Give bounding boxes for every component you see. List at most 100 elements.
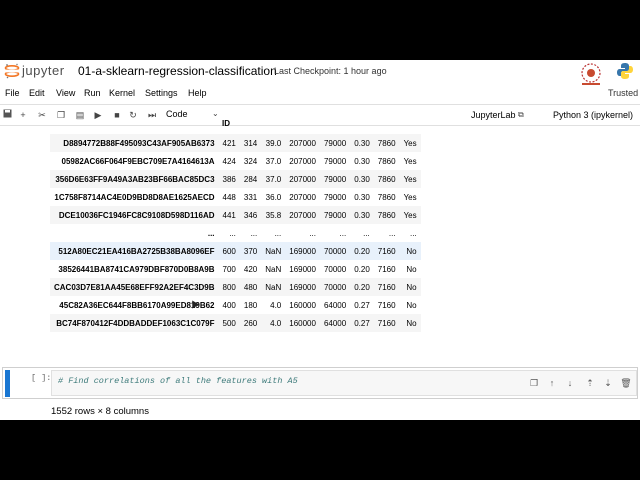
table-cell: 400 [222, 300, 236, 310]
table-cell: No [399, 278, 421, 296]
table-cell: ... [250, 228, 258, 238]
table-cell: 207000 [285, 206, 320, 224]
table-cell: 7160 [377, 264, 396, 274]
table-row: 45C82A36EC644F8BB6170A99ED819B62 400 180 4.… [50, 296, 421, 314]
duplicate-cell-icon[interactable]: ❐ [528, 377, 540, 389]
insert-above-icon[interactable]: ⇡ [584, 377, 596, 389]
menu-run[interactable]: Run [84, 88, 101, 98]
code-editor[interactable]: # Find correlations of all the features … [51, 370, 637, 396]
table-cell: 0.20 [354, 264, 370, 274]
table-cell: 169000 [289, 264, 316, 274]
trusted-indicator[interactable]: Trusted [608, 88, 638, 98]
row-index-cell: BC74F870412F4DDBADDEF1063C1C079F [50, 314, 219, 332]
table-cell: 7160 [373, 314, 400, 332]
table-cell: 160000 [285, 314, 320, 332]
row-index-cell: D8894772B88F495093C43AF905AB6373 [50, 134, 219, 152]
table-cell: 0.20 [350, 242, 374, 260]
table-row: DCE10036FC1946FC8C9108D598D116AD 441 346 35… [50, 206, 421, 224]
menu-edit[interactable]: Edit [29, 88, 45, 98]
table-row: 38526441BA8741CA979DBF870D0B8A9B 700 420 Na… [50, 260, 421, 278]
table-cell: 284 [239, 170, 262, 188]
table-cell: 70000 [323, 264, 347, 274]
table-row: CAC03D7E81AA45E68EFF92A2EF4C3D9B 800 480 Na… [50, 278, 421, 296]
external-link-icon[interactable]: ⧉ [518, 110, 524, 120]
table-cell: 600 [218, 242, 240, 260]
menu-view[interactable]: View [56, 88, 75, 98]
row-index-cell: DCE10036FC1946FC8C9108D598D116AD [50, 206, 219, 224]
table-cell: 0.30 [350, 170, 374, 188]
code-cell[interactable]: [ ]: # Find correlations of all the feat… [2, 367, 638, 399]
table-row: 1C758F8714AC4E0D9BD8D8AE1625AECD 448 331 36… [50, 188, 421, 206]
restart-icon[interactable]: ↻ [126, 108, 140, 122]
table-row: D8894772B88F495093C43AF905AB6373 421 314 39… [50, 134, 421, 152]
table-cell: Yes [399, 134, 421, 152]
table-cell: 0.30 [350, 206, 374, 224]
menu-kernel[interactable]: Kernel [109, 88, 135, 98]
run-icon[interactable]: ▶ [91, 108, 105, 122]
row-index-cell: 1C758F8714AC4E0D9BD8D8AE1625AECD [54, 192, 215, 202]
restart-run-all-icon[interactable]: ⏭ [145, 108, 159, 122]
table-cell: ... [409, 228, 417, 238]
code-comment: # Find correlations of all the features … [58, 376, 298, 386]
copy-icon[interactable]: ❐ [54, 108, 68, 122]
table-cell: 160000 [289, 300, 316, 310]
open-jupyterlab-button[interactable]: JupyterLab [471, 110, 516, 120]
table-cell: ... [388, 228, 396, 238]
checkpoint-status: Last Checkpoint: 1 hour ago [274, 66, 387, 76]
table-cell: 424 [222, 156, 236, 166]
table-cell: 346 [239, 206, 262, 224]
table-cell: 324 [243, 156, 258, 166]
table-cell: 37.0 [265, 156, 282, 166]
notebook-title[interactable]: 01-a-sklearn-regression-classification [78, 64, 277, 78]
table-cell: 500 [218, 314, 240, 332]
jupyter-logo-icon[interactable] [4, 63, 20, 79]
table-cell: 4.0 [261, 314, 286, 332]
table-cell: 800 [218, 278, 240, 296]
stop-icon[interactable]: ■ [110, 108, 124, 122]
table-cell: 180 [243, 300, 258, 310]
table-cell: No [399, 314, 421, 332]
insert-below-icon[interactable]: ⇣ [602, 377, 614, 389]
move-down-icon[interactable]: ↓ [564, 377, 576, 389]
table-cell: 0.20 [350, 278, 374, 296]
table-cell: 0.27 [350, 314, 374, 332]
row-index-cell: CAC03D7E81AA45E68EFF92A2EF4C3D9B [50, 278, 219, 296]
table-cell: 207000 [285, 170, 320, 188]
table-cell: 7860 [373, 170, 400, 188]
add-cell-icon[interactable]: + [16, 108, 30, 122]
menu-help[interactable]: Help [188, 88, 207, 98]
dataframe-table: D8894772B88F495093C43AF905AB6373 421 314 39… [50, 134, 421, 332]
table-cell: NaN [261, 242, 286, 260]
table-cell: ... [274, 228, 282, 238]
table-cell: 35.8 [261, 206, 286, 224]
table-cell: ... [229, 228, 236, 238]
table-cell: 79000 [319, 206, 351, 224]
table-cell: 314 [239, 134, 262, 152]
table-cell: 441 [218, 206, 240, 224]
menu-settings[interactable]: Settings [145, 88, 178, 98]
table-cell: 0.30 [354, 192, 370, 202]
paste-icon[interactable]: ▤ [73, 108, 87, 122]
move-up-icon[interactable]: ↑ [546, 377, 558, 389]
table-cell: 331 [243, 192, 258, 202]
chevron-down-icon[interactable]: ⌄ [212, 109, 219, 118]
save-icon[interactable] [0, 108, 14, 122]
table-row: 512A80EC21EA416BA2725B38BA8096EF 600 370 Na… [50, 242, 421, 260]
table-cell: 260 [239, 314, 262, 332]
table-cell: 7160 [373, 242, 400, 260]
cell-type-select[interactable]: Code [166, 109, 188, 119]
kernel-indicator[interactable]: Python 3 (ipykernel) [553, 110, 633, 120]
table-cell: ... [363, 228, 370, 238]
table-cell: Yes [399, 170, 421, 188]
cut-icon[interactable]: ✂ [35, 108, 49, 122]
header: jupyter 01-a-sklearn-regression-classifi… [0, 60, 640, 85]
table-cell: 7160 [373, 278, 400, 296]
table-cell: 7860 [377, 192, 396, 202]
row-index-cell: 05982AC66F064F9EBC709E7A4164613A [61, 156, 215, 166]
table-cell: 7860 [373, 134, 400, 152]
menu-file[interactable]: File [5, 88, 20, 98]
delete-cell-icon[interactable]: 🗑 [620, 377, 632, 389]
table-cell: ... [339, 228, 347, 238]
table-row: 356D6E63FF9A49A3AB23BF66BAC85DC3 386 284 37… [50, 170, 421, 188]
table-cell: 36.0 [265, 192, 282, 202]
